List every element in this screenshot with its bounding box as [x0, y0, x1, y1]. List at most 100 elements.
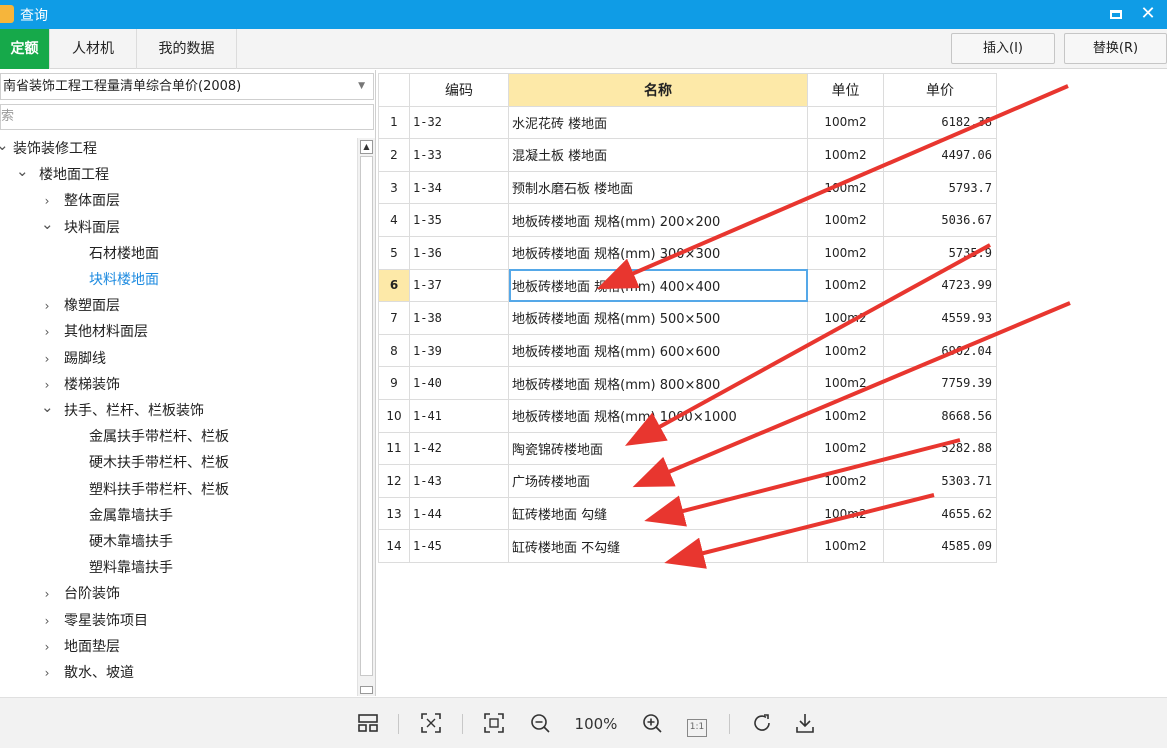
cell-name[interactable]: 缸砖楼地面 勾缝: [508, 496, 808, 531]
cell-price[interactable]: 5735.9: [883, 235, 997, 270]
table-row[interactable]: 1 1-32 水泥花砖 楼地面 100m2 6182.38: [378, 105, 997, 140]
chevron-down-icon[interactable]: ⌄: [41, 211, 54, 237]
tree-item[interactable]: 金属扶手带栏杆、栏板: [0, 424, 356, 450]
cell-name[interactable]: 缸砖楼地面 不勾缝: [508, 529, 808, 563]
tree-item[interactable]: › 台阶装饰: [0, 581, 356, 607]
cell-price[interactable]: 7759.39: [883, 366, 997, 400]
tree-item[interactable]: › 橡塑面层: [0, 293, 356, 319]
tree-item[interactable]: 硬木扶手带栏杆、栏板: [0, 450, 356, 476]
table-row[interactable]: 14 1-45 缸砖楼地面 不勾缝 100m2 4585.09: [378, 529, 997, 563]
cell-price[interactable]: 5793.7: [883, 170, 997, 205]
cell-name[interactable]: 地板砖楼地面 规格(mm) 1000×1000: [508, 398, 808, 433]
table-row[interactable]: 11 1-42 陶瓷锦砖楼地面 100m2 5282.88: [378, 431, 997, 466]
cell-unit[interactable]: 100m2: [807, 464, 884, 498]
cell-code[interactable]: 1-42: [409, 431, 509, 466]
tab-quota[interactable]: 定额: [0, 29, 50, 69]
chevron-down-icon[interactable]: ⌄: [0, 136, 9, 158]
cell-unit[interactable]: 100m2: [807, 366, 884, 400]
cell-code[interactable]: 1-36: [409, 235, 509, 270]
scroll-thumb[interactable]: [360, 156, 373, 676]
tab-labor-material-machine[interactable]: 人材机: [50, 29, 137, 69]
cell-unit[interactable]: 100m2: [807, 301, 884, 335]
tree-item[interactable]: › 整体面层: [0, 188, 356, 214]
column-header-name[interactable]: 名称: [508, 73, 808, 107]
tree-item[interactable]: 塑料靠墙扶手: [0, 555, 356, 581]
table-row[interactable]: 9 1-40 地板砖楼地面 规格(mm) 800×800 100m2 7759.39: [378, 366, 997, 400]
cell-price[interactable]: 6182.38: [883, 105, 997, 140]
column-header-code[interactable]: 编码: [409, 73, 509, 107]
column-header-price[interactable]: 单价: [883, 73, 997, 107]
table-row[interactable]: 6 1-37 地板砖楼地面 规格(mm) 400×400 100m2 4723.99: [378, 268, 997, 303]
row-number[interactable]: 3: [378, 170, 410, 205]
row-number[interactable]: 14: [378, 529, 410, 563]
chevron-right-icon[interactable]: ›: [41, 581, 53, 607]
tree-item[interactable]: 金属靠墙扶手: [0, 503, 356, 529]
cell-price[interactable]: 4497.06: [883, 138, 997, 172]
row-number[interactable]: 8: [378, 333, 410, 368]
tree-item[interactable]: › 地面垫层: [0, 634, 356, 660]
cell-code[interactable]: 1-34: [409, 170, 509, 205]
tree-item[interactable]: 硬木靠墙扶手: [0, 529, 356, 555]
cell-name[interactable]: 地板砖楼地面 规格(mm) 500×500: [508, 301, 808, 335]
cell-unit[interactable]: 100m2: [807, 431, 884, 466]
cell-price[interactable]: 4585.09: [883, 529, 997, 563]
cell-price[interactable]: 5036.67: [883, 203, 997, 237]
cell-unit[interactable]: 100m2: [807, 235, 884, 270]
cell-price[interactable]: 4559.93: [883, 301, 997, 335]
column-header-unit[interactable]: 单位: [807, 73, 884, 107]
tree-item[interactable]: 石材楼地面: [0, 241, 356, 267]
tree-item[interactable]: › 楼梯装饰: [0, 372, 356, 398]
table-row[interactable]: 5 1-36 地板砖楼地面 规格(mm) 300×300 100m2 5735.9: [378, 235, 997, 270]
cell-code[interactable]: 1-38: [409, 301, 509, 335]
cell-code[interactable]: 1-43: [409, 464, 509, 498]
cell-name[interactable]: 陶瓷锦砖楼地面: [508, 431, 808, 466]
row-number[interactable]: 1: [378, 105, 410, 140]
cell-code[interactable]: 1-33: [409, 138, 509, 172]
tree-item[interactable]: › 其他材料面层: [0, 319, 356, 345]
table-row[interactable]: 7 1-38 地板砖楼地面 规格(mm) 500×500 100m2 4559.93: [378, 301, 997, 335]
close-icon[interactable]: ✕: [1136, 3, 1160, 25]
chevron-right-icon[interactable]: ›: [41, 346, 53, 372]
cell-name[interactable]: 地板砖楼地面 规格(mm) 800×800: [508, 366, 808, 400]
cell-price[interactable]: 5282.88: [883, 431, 997, 466]
search-input[interactable]: 搜索: [0, 104, 374, 130]
cell-code[interactable]: 1-39: [409, 333, 509, 368]
cell-unit[interactable]: 100m2: [807, 203, 884, 237]
cell-price[interactable]: 5303.71: [883, 464, 997, 498]
cell-code[interactable]: 1-32: [409, 105, 509, 140]
zoom-out-icon[interactable]: [528, 712, 552, 736]
cell-code[interactable]: 1-37: [409, 268, 509, 303]
cell-name[interactable]: 地板砖楼地面 规格(mm) 600×600: [508, 333, 808, 368]
cell-name[interactable]: 地板砖楼地面 规格(mm) 300×300: [508, 235, 808, 270]
cell-price[interactable]: 4655.62: [883, 496, 997, 531]
chevron-down-icon[interactable]: ⌄: [41, 394, 54, 420]
cell-name[interactable]: 地板砖楼地面 规格(mm) 200×200: [508, 203, 808, 237]
tree-item[interactable]: ⌄ 扶手、栏杆、栏板装饰: [0, 398, 356, 424]
rotate-icon[interactable]: [750, 712, 774, 736]
table-row[interactable]: 10 1-41 地板砖楼地面 规格(mm) 1000×1000 100m2 8668.5…: [378, 398, 997, 433]
tree-item[interactable]: ⌄ 块料面层: [0, 215, 356, 241]
table-row[interactable]: 3 1-34 预制水磨石板 楼地面 100m2 5793.7: [378, 170, 997, 205]
chevron-right-icon[interactable]: ›: [41, 660, 53, 686]
cell-name[interactable]: 混凝土板 楼地面: [508, 138, 808, 172]
tree-item[interactable]: › 散水、坡道: [0, 660, 356, 686]
cell-unit[interactable]: 100m2: [807, 138, 884, 172]
chevron-right-icon[interactable]: ›: [41, 634, 53, 660]
fullscreen-icon[interactable]: [482, 712, 506, 736]
tree-scrollbar[interactable]: ▲: [357, 138, 375, 696]
layout-icon[interactable]: [356, 712, 380, 736]
tree-item[interactable]: 塑料扶手带栏杆、栏板: [0, 477, 356, 503]
cell-unit[interactable]: 100m2: [807, 105, 884, 140]
zoom-in-icon[interactable]: [640, 712, 664, 736]
table-row[interactable]: 12 1-43 广场砖楼地面 100m2 5303.71: [378, 464, 997, 498]
cell-code[interactable]: 1-35: [409, 203, 509, 237]
tree-item[interactable]: ⌄ 装饰装修工程: [0, 136, 356, 162]
cell-price[interactable]: 4723.99: [883, 268, 997, 303]
cell-name[interactable]: 预制水磨石板 楼地面: [508, 170, 808, 205]
cell-unit[interactable]: 100m2: [807, 268, 884, 303]
row-number[interactable]: 11: [378, 431, 410, 466]
cell-name[interactable]: 地板砖楼地面 规格(mm) 400×400: [508, 268, 808, 303]
tree-item[interactable]: ⌄ 楼地面工程: [0, 162, 356, 188]
insert-button[interactable]: 插入(I): [951, 33, 1055, 64]
replace-button[interactable]: 替换(R): [1064, 33, 1167, 64]
